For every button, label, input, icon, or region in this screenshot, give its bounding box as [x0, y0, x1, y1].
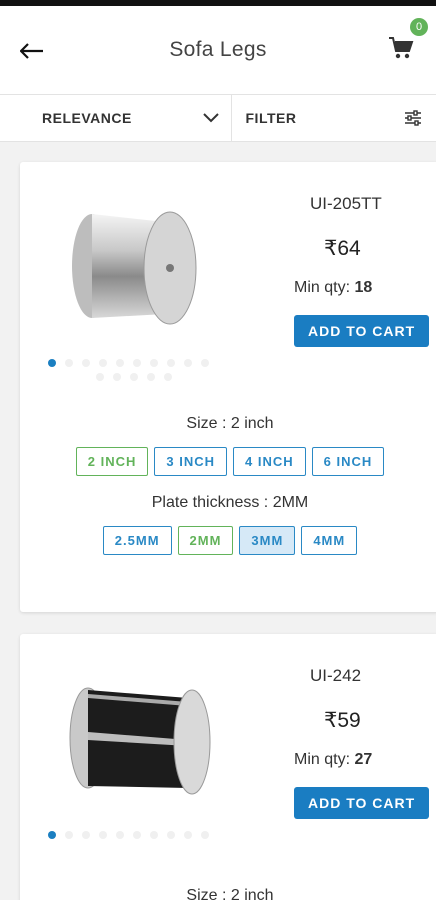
carousel-dot[interactable]: [133, 359, 141, 367]
sort-dropdown[interactable]: RELEVANCE: [0, 95, 232, 141]
sort-label: RELEVANCE: [42, 110, 132, 126]
product-info: UI-205TT ₹64 Min qty: 18 ADD TO CART: [270, 174, 436, 409]
carousel-dot[interactable]: [116, 359, 124, 367]
size-options: 2 INCH 3 INCH 4 INCH 6 INCH: [20, 447, 436, 476]
carousel-dot[interactable]: [184, 359, 192, 367]
carousel-dot[interactable]: [48, 831, 56, 839]
sort-filter-bar: RELEVANCE FILTER: [0, 94, 436, 142]
carousel-dot[interactable]: [201, 359, 209, 367]
carousel-dot[interactable]: [113, 373, 121, 381]
product-info: UI-242 ₹59 Min qty: 27 ADD TO CART: [270, 646, 436, 881]
page-title: Sofa Legs: [169, 38, 267, 61]
min-qty-value: 18: [354, 279, 373, 296]
product-code: UI-205TT: [310, 194, 382, 213]
thickness-option-4mm[interactable]: 4MM: [301, 526, 358, 555]
carousel-dot[interactable]: [82, 359, 90, 367]
product-card[interactable]: UI-205TT ₹64 Min qty: 18 ADD TO CART Siz…: [20, 162, 436, 612]
size-label: Size : 2 inch: [186, 887, 274, 900]
min-qty-label: Min qty:: [294, 751, 355, 768]
carousel-dot[interactable]: [96, 373, 104, 381]
thickness-label: Plate thickness : 2MM: [151, 494, 309, 511]
carousel-dot[interactable]: [147, 373, 155, 381]
carousel-dot[interactable]: [167, 359, 175, 367]
size-option-4-inch[interactable]: 4 INCH: [233, 447, 306, 476]
product-price: ₹64: [324, 237, 361, 260]
thickness-option-2mm[interactable]: 2MM: [177, 526, 234, 555]
carousel-dot[interactable]: [184, 831, 192, 839]
thickness-options: 2.5MM 2MM 3MM 4MM: [20, 526, 436, 555]
sofa-leg-chrome-image: [72, 211, 197, 325]
size-option-3-inch[interactable]: 3 INCH: [154, 447, 227, 476]
product-list: UI-205TT ₹64 Min qty: 18 ADD TO CART Siz…: [0, 142, 436, 900]
thickness-option-3mm[interactable]: 3MM: [239, 526, 296, 555]
thickness-option-2-5mm[interactable]: 2.5MM: [102, 526, 172, 555]
cart-button[interactable]: 0: [388, 18, 428, 64]
add-to-cart-button[interactable]: ADD TO CART: [294, 787, 430, 819]
sliders-icon: [405, 110, 421, 126]
carousel-dot[interactable]: [65, 359, 73, 367]
carousel-dot[interactable]: [150, 831, 158, 839]
min-qty: Min qty: 27: [294, 751, 372, 769]
product-code: UI-242: [310, 666, 362, 685]
product-image-carousel[interactable]: [20, 174, 270, 409]
app-header: Sofa Legs 0: [0, 6, 436, 94]
product-card[interactable]: UI-242 ₹59 Min qty: 27 ADD TO CART Size …: [20, 634, 436, 900]
carousel-dot[interactable]: [48, 359, 56, 367]
carousel-dots: [48, 359, 248, 381]
back-button[interactable]: [19, 35, 50, 66]
add-to-cart-button[interactable]: ADD TO CART: [294, 315, 430, 347]
min-qty: Min qty: 18: [294, 279, 372, 297]
cart-count-badge: 0: [410, 18, 428, 36]
size-option-6-inch[interactable]: 6 INCH: [311, 447, 385, 476]
carousel-dot[interactable]: [82, 831, 90, 839]
carousel-dot[interactable]: [201, 831, 209, 839]
carousel-dot[interactable]: [99, 359, 107, 367]
carousel-dot[interactable]: [130, 373, 138, 381]
carousel-dot[interactable]: [133, 831, 141, 839]
carousel-dot[interactable]: [116, 831, 124, 839]
cart-icon: [389, 37, 414, 59]
carousel-dot[interactable]: [164, 373, 172, 381]
chevron-down-icon: [202, 113, 219, 123]
size-option-2-inch[interactable]: 2 INCH: [75, 447, 149, 476]
filter-label: FILTER: [245, 110, 297, 126]
carousel-dot[interactable]: [150, 359, 158, 367]
carousel-dot[interactable]: [65, 831, 73, 839]
min-qty-label: Min qty:: [294, 279, 355, 296]
product-price: ₹59: [324, 709, 361, 732]
size-label: Size : 2 inch: [186, 415, 274, 432]
carousel-dot[interactable]: [167, 831, 175, 839]
arrow-left-icon: [19, 42, 43, 59]
product-image-carousel[interactable]: [20, 646, 270, 881]
carousel-dots: [48, 831, 248, 839]
min-qty-value: 27: [354, 751, 373, 768]
sofa-leg-black-image: [69, 687, 211, 795]
carousel-dot[interactable]: [99, 831, 107, 839]
filter-button[interactable]: FILTER: [232, 95, 436, 141]
